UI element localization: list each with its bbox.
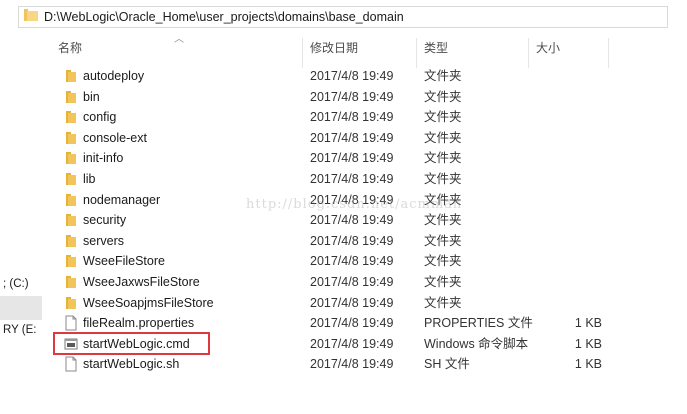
file-date: 2017/4/8 19:49 [310,357,394,372]
folder-icon [64,150,78,166]
address-path[interactable]: D:\WebLogic\Oracle_Home\user_projects\do… [44,10,404,24]
file-date: 2017/4/8 19:49 [310,295,394,310]
file-name[interactable]: fileRealm.properties [83,315,194,331]
folder-icon [64,171,78,187]
file-date: 2017/4/8 19:49 [310,130,394,145]
folder-icon [64,89,78,105]
file-name[interactable]: config [83,109,116,125]
file-name[interactable]: autodeploy [83,68,144,84]
file-name[interactable]: bin [83,89,100,105]
folder-icon [64,274,78,290]
folder-icon [64,233,78,249]
file-date: 2017/4/8 19:49 [310,336,394,351]
file-type: Windows 命令脚本 [424,336,529,351]
folder-icon [64,212,78,228]
file-date: 2017/4/8 19:49 [310,316,394,331]
file-date: 2017/4/8 19:49 [310,89,394,104]
file-row[interactable]: autodeploy 2017/4/8 19:49 文件夹 [50,66,610,86]
file-type: 文件夹 [424,110,462,125]
file-type: 文件夹 [424,233,462,248]
file-name[interactable]: nodemanager [83,192,160,208]
file-icon [64,356,78,372]
file-row[interactable]: WseeJaxwsFileStore 2017/4/8 19:49 文件夹 [50,272,610,292]
nav-item-label: RY (E: [3,324,37,336]
file-date: 2017/4/8 19:49 [310,213,394,228]
folder-icon [24,8,38,27]
file-row[interactable]: servers 2017/4/8 19:49 文件夹 [50,231,610,251]
column-header-row: ︿ 名称 修改日期 类型 大小 [50,34,670,68]
file-date: 2017/4/8 19:49 [310,233,394,248]
file-type: SH 文件 [424,357,470,372]
file-row[interactable]: console-ext 2017/4/8 19:49 文件夹 [50,128,610,148]
file-type: 文件夹 [424,295,462,310]
file-row[interactable]: startWebLogic.cmd 2017/4/8 19:49 Windows 命… [50,334,610,354]
file-row[interactable]: config 2017/4/8 19:49 文件夹 [50,107,610,127]
file-type: 文件夹 [424,69,462,83]
file-row[interactable]: WseeFileStore 2017/4/8 19:49 文件夹 [50,251,610,271]
watermark-text: http://blog.csdn.net/acmman [246,197,463,212]
file-type: 文件夹 [424,275,462,289]
file-date: 2017/4/8 19:49 [310,172,394,186]
file-name[interactable]: WseeFileStore [83,253,165,269]
folder-icon [64,130,78,146]
file-size: 1 KB [574,316,602,331]
column-header-type[interactable]: 类型 [416,36,526,60]
file-type: 文件夹 [424,213,462,228]
file-date: 2017/4/8 19:49 [310,110,394,125]
column-divider[interactable] [608,38,609,68]
file-type: 文件夹 [424,130,462,145]
folder-icon [64,295,78,311]
file-date: 2017/4/8 19:49 [310,151,394,166]
file-name[interactable]: servers [83,233,124,249]
file-date: 2017/4/8 19:49 [310,69,394,83]
folder-icon [64,68,78,84]
navigation-pane: ; (C:) RY (E: [0,250,42,400]
file-type: 文件夹 [424,172,462,186]
file-row[interactable]: fileRealm.properties 2017/4/8 19:49 PROPER… [50,313,610,333]
file-size: 1 KB [574,357,602,372]
column-header-name[interactable]: 名称 [50,36,300,60]
folder-icon [64,253,78,269]
file-name[interactable]: WseeSoapjmsFileStore [83,295,214,311]
address-bar[interactable]: D:\WebLogic\Oracle_Home\user_projects\do… [18,6,668,28]
file-icon [64,315,78,331]
column-header-size[interactable]: 大小 [528,36,608,60]
command-script-icon [64,336,78,352]
column-header-date[interactable]: 修改日期 [302,36,412,60]
file-size: 1 KB [574,336,602,351]
file-row[interactable]: bin 2017/4/8 19:49 文件夹 [50,87,610,107]
file-date: 2017/4/8 19:49 [310,275,394,289]
file-row[interactable]: security 2017/4/8 19:49 文件夹 [50,210,610,230]
folder-icon [64,192,78,208]
file-name[interactable]: startWebLogic.cmd [83,336,190,352]
file-name[interactable]: lib [83,171,96,187]
file-type: 文件夹 [424,151,462,166]
nav-item-label: ; (C:) [3,278,29,290]
file-name[interactable]: security [83,212,126,228]
file-row[interactable]: WseeSoapjmsFileStore 2017/4/8 19:49 文件夹 [50,293,610,313]
file-type: 文件夹 [424,254,462,269]
file-row[interactable]: init-info 2017/4/8 19:49 文件夹 [50,148,610,168]
nav-item-drive-c[interactable]: ; (C:) [0,274,42,294]
file-name[interactable]: WseeJaxwsFileStore [83,274,200,290]
nav-selected-bg [0,296,42,320]
file-name[interactable]: console-ext [83,130,147,146]
nav-item-drive-e[interactable]: RY (E: [0,320,42,340]
file-name[interactable]: init-info [83,150,123,166]
file-type: 文件夹 [424,89,462,104]
file-row[interactable]: lib 2017/4/8 19:49 文件夹 [50,169,610,189]
folder-icon [64,109,78,125]
file-name[interactable]: startWebLogic.sh [83,356,179,372]
file-type: PROPERTIES 文件 [424,316,533,331]
file-date: 2017/4/8 19:49 [310,254,394,269]
file-row[interactable]: startWebLogic.sh 2017/4/8 19:49 SH 文件 1 KB [50,354,610,374]
